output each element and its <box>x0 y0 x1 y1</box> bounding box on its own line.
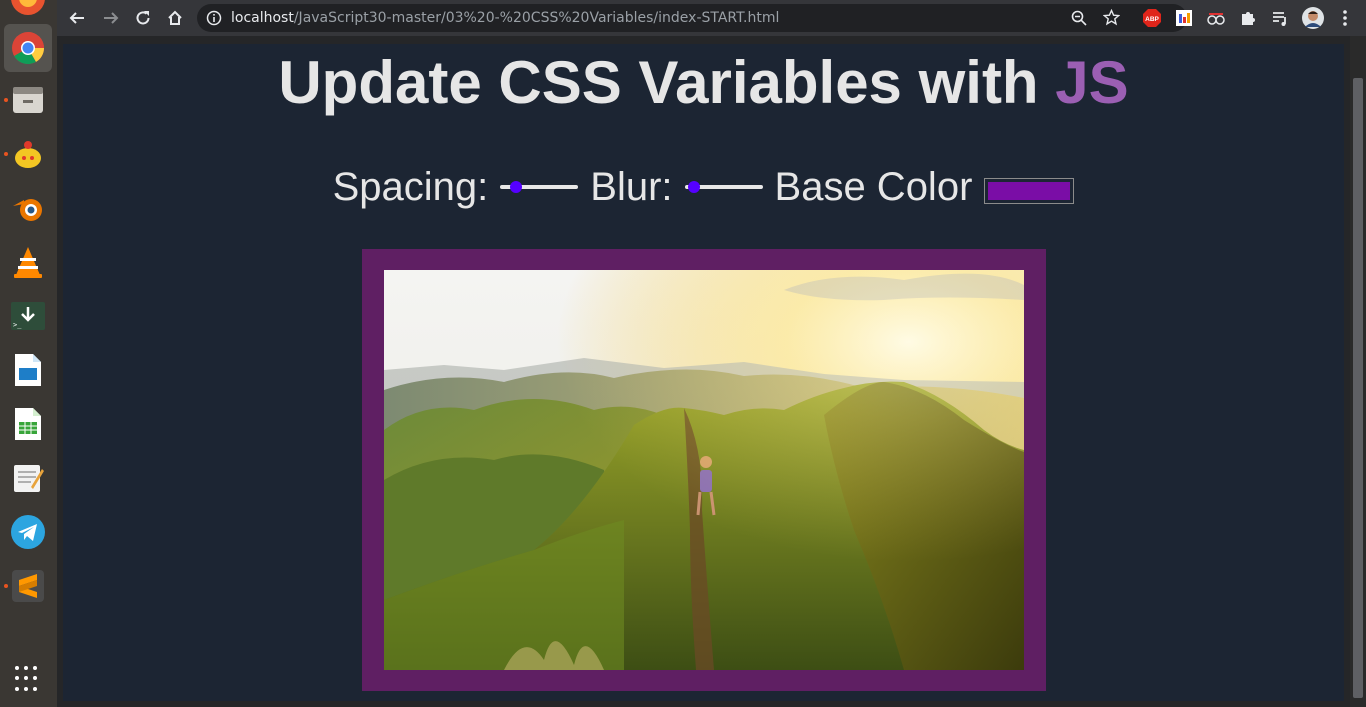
spacing-slider-thumb[interactable] <box>510 181 523 193</box>
media-queue-icon[interactable] <box>1270 8 1290 28</box>
spy-extension-icon[interactable] <box>1206 8 1226 28</box>
scrollbar-thumb[interactable] <box>1353 78 1363 698</box>
page-scrollbar[interactable] <box>1350 36 1366 707</box>
ubuntu-dock: >_ <box>0 0 58 707</box>
spacing-slider[interactable] <box>500 177 579 197</box>
home-icon[interactable] <box>163 6 187 30</box>
base-color-fill <box>988 182 1071 200</box>
show-applications-icon[interactable] <box>15 666 41 692</box>
page-title: Update CSS Variables with JS <box>63 48 1344 117</box>
puzzle-icon[interactable] <box>1238 8 1258 28</box>
vlc-icon[interactable] <box>4 238 52 286</box>
svg-text:ABP: ABP <box>1145 16 1159 23</box>
telegram-icon[interactable] <box>4 508 52 556</box>
page-content: Update CSS Variables with JS Spacing: Bl… <box>63 44 1344 701</box>
chrome-icon[interactable] <box>4 24 52 72</box>
browser-toolbar: localhost/JavaScript30-master/03%20-%20C… <box>57 0 1366 36</box>
terminal-download-icon[interactable]: >_ <box>4 292 52 340</box>
bookmark-star-icon[interactable] <box>1102 8 1121 31</box>
forward-arrow-icon[interactable] <box>99 6 123 30</box>
site-info-icon[interactable] <box>206 10 222 31</box>
reload-icon[interactable] <box>131 6 155 30</box>
profile-avatar[interactable] <box>1301 6 1325 30</box>
color-extension-icon[interactable] <box>1174 8 1194 28</box>
url-text[interactable]: localhost/JavaScript30-master/03%20-%20C… <box>231 10 779 26</box>
spacing-label: Spacing: <box>332 164 489 209</box>
url-host: localhost <box>231 10 294 26</box>
controls-row: Spacing: Blur: Base Color <box>63 162 1344 212</box>
back-arrow-icon[interactable] <box>65 6 89 30</box>
blender-icon[interactable] <box>4 184 52 232</box>
files-icon[interactable] <box>4 76 52 124</box>
page-title-accent: JS <box>1055 49 1129 116</box>
address-bar[interactable]: localhost/JavaScript30-master/03%20-%20C… <box>197 4 1187 32</box>
svg-text:>_: >_ <box>13 321 22 329</box>
mountain-photo <box>384 270 1024 670</box>
running-indicator <box>4 584 8 588</box>
running-indicator <box>4 98 8 102</box>
firefox-icon[interactable] <box>4 0 52 22</box>
more-menu-icon[interactable] <box>1335 8 1355 28</box>
abp-icon[interactable]: ABP <box>1142 8 1162 28</box>
zoom-icon[interactable] <box>1071 10 1087 31</box>
running-indicator <box>4 152 8 156</box>
blur-label: Blur: <box>590 164 673 209</box>
url-path: /JavaScript30-master/03%20-%20CSS%20Vari… <box>293 10 780 26</box>
base-color-label: Base Color <box>774 164 973 209</box>
sublime-icon[interactable] <box>4 562 52 610</box>
text-editor-icon[interactable] <box>4 454 52 502</box>
page-title-main: Update CSS Variables with <box>278 49 1056 116</box>
tea-icon[interactable] <box>4 130 52 178</box>
blur-slider[interactable] <box>684 177 763 197</box>
calc-icon[interactable] <box>4 400 52 448</box>
blur-slider-thumb[interactable] <box>687 181 700 193</box>
image-frame <box>362 249 1046 691</box>
writer-icon[interactable] <box>4 346 52 394</box>
base-color-picker[interactable] <box>984 178 1075 204</box>
browser-viewport: Update CSS Variables with JS Spacing: Bl… <box>57 36 1350 707</box>
